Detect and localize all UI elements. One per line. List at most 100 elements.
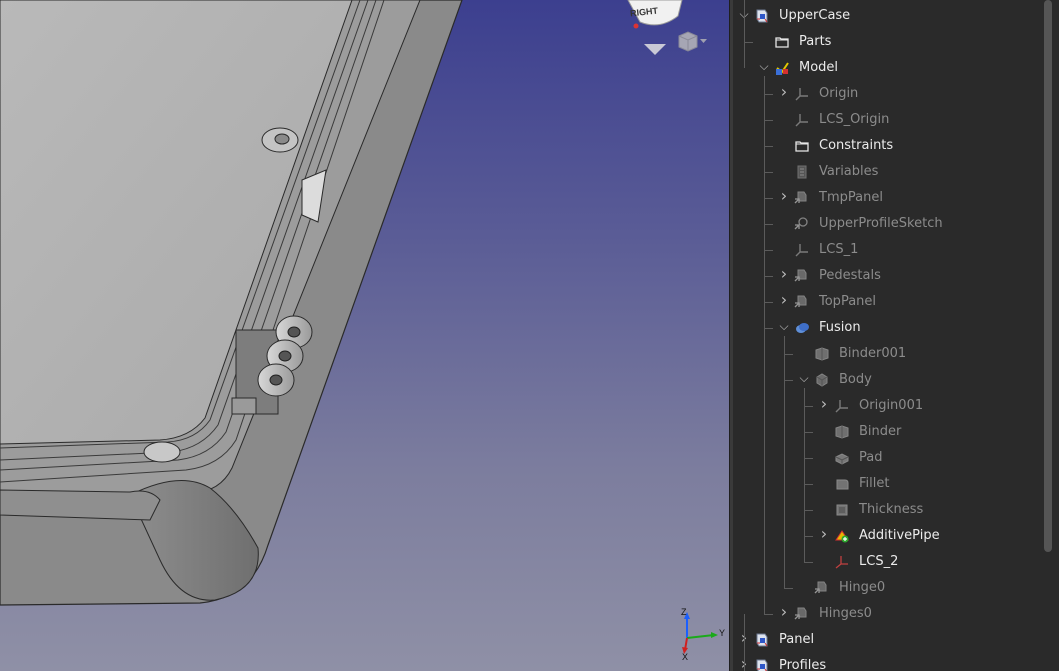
tree-guide-line — [744, 0, 745, 68]
tree-item-binder001[interactable]: Binder001 — [733, 341, 1043, 367]
tree-guide-line — [764, 146, 773, 147]
tree-item-label: Panel — [779, 632, 815, 647]
tree-guide-line — [764, 120, 773, 121]
tree-item-label: Hinge0 — [839, 580, 886, 595]
tree-guide-line — [764, 76, 765, 614]
tree-item-label: Variables — [819, 164, 879, 179]
tree-item-toppanel[interactable]: › TopPanel — [733, 289, 1043, 315]
axes-icon — [834, 398, 850, 414]
tree-item-label: Thickness — [859, 502, 924, 517]
tree-item-label: Model — [799, 60, 839, 75]
tree-item-lcs-2[interactable]: LCS_2 — [733, 549, 1043, 575]
model-icon — [774, 60, 790, 76]
triangle-down-icon[interactable] — [644, 44, 666, 55]
axes-icon — [794, 242, 810, 258]
tree-item-origin[interactable]: › Origin — [733, 81, 1043, 107]
tree-item-label: LCS_1 — [819, 242, 859, 257]
tree-guide-line — [764, 172, 773, 173]
tree-item-additivepipe[interactable]: › AdditivePipe — [733, 523, 1043, 549]
axes-icon — [794, 112, 810, 128]
binder-icon — [834, 424, 850, 440]
tree-item-binder[interactable]: Binder — [733, 419, 1043, 445]
tree-item-label: UpperProfileSketch — [819, 216, 943, 231]
thickness-icon — [834, 502, 850, 518]
tree-item-label: Body — [839, 372, 872, 387]
fusion-icon — [794, 320, 810, 336]
tree-item-label: Binder — [859, 424, 902, 439]
tree-item-parts[interactable]: Parts — [733, 29, 1043, 55]
tree-guide-line — [764, 250, 773, 251]
tree-item-pedestals[interactable]: › Pedestals — [733, 263, 1043, 289]
tree-item-label: Origin001 — [859, 398, 924, 413]
tree-guide-line — [744, 42, 753, 43]
tree-item-fusion[interactable]: ⌵ Fusion — [733, 315, 1043, 341]
tree-guide-line — [744, 614, 745, 671]
tree-item-label: Origin — [819, 86, 859, 101]
tree-item-model[interactable]: ⌵ Model — [733, 55, 1043, 81]
tree-item-label: Constraints — [819, 138, 894, 153]
tree-item-fillet[interactable]: Fillet — [733, 471, 1043, 497]
tree-guide-line — [804, 406, 813, 407]
tree-item-label: TmpPanel — [819, 190, 883, 205]
navigation-cube[interactable]: RIGHT — [598, 0, 718, 60]
tree-guide-line — [764, 224, 773, 225]
tree-item-upperprofilesketch[interactable]: UpperProfileSketch — [733, 211, 1043, 237]
collapse-arrow-icon[interactable]: ⌵ — [778, 320, 790, 333]
tree-guide-line — [764, 198, 773, 199]
cube-menu-icon[interactable] — [678, 31, 708, 53]
expand-arrow-icon[interactable]: › — [778, 604, 790, 620]
tree-guide-line — [804, 510, 813, 511]
part-icon — [754, 8, 770, 24]
collapse-arrow-icon[interactable]: ⌵ — [798, 372, 810, 385]
model-tree[interactable]: ⌵UpperCase Parts ⌵ Model › Origin LCS_Origin Co… — [733, 0, 1059, 671]
axis-x-label: X — [682, 652, 689, 662]
axis-y-label: Y — [719, 628, 726, 638]
tree-item-origin001[interactable]: › Origin001 — [733, 393, 1043, 419]
tree-guide-line — [764, 614, 773, 615]
tree-scrollbar[interactable] — [1044, 0, 1052, 552]
tree-guide-line — [784, 380, 793, 381]
tree-item-profiles[interactable]: ›Profiles — [733, 653, 1043, 671]
tree-guide-line — [784, 588, 793, 589]
tree-item-thickness[interactable]: Thickness — [733, 497, 1043, 523]
tree-item-label: LCS_2 — [859, 554, 899, 569]
expand-arrow-icon[interactable]: › — [778, 292, 790, 308]
expand-arrow-icon[interactable]: › — [818, 396, 830, 412]
expand-arrow-icon[interactable]: › — [778, 188, 790, 204]
tree-guide-line — [784, 354, 793, 355]
tree-item-panel[interactable]: ›Panel — [733, 627, 1043, 653]
variables-icon — [794, 164, 810, 180]
axis-triad: Z Y X — [676, 606, 726, 664]
tree-item-label: Hinges0 — [819, 606, 872, 621]
tree-guide-line — [784, 336, 785, 588]
tree-item-uppercase[interactable]: ⌵UpperCase — [733, 3, 1043, 29]
tree-item-label: Parts — [799, 34, 832, 49]
tree-item-constraints[interactable]: Constraints — [733, 133, 1043, 159]
expand-arrow-icon[interactable]: › — [778, 266, 790, 282]
tree-item-tmppanel[interactable]: › TmpPanel — [733, 185, 1043, 211]
tree-guide-line — [764, 276, 773, 277]
link-icon — [814, 580, 830, 596]
tree-item-hinge0[interactable]: Hinge0 — [733, 575, 1043, 601]
additive-pipe-icon — [834, 528, 850, 544]
tree-item-lcs-origin[interactable]: LCS_Origin — [733, 107, 1043, 133]
link-icon — [794, 190, 810, 206]
tree-item-hinges0[interactable]: › Hinges0 — [733, 601, 1043, 627]
3d-viewport[interactable]: RIGHT Z Y X — [0, 0, 729, 671]
tree-item-label: Fusion — [819, 320, 861, 335]
tree-item-pad[interactable]: Pad — [733, 445, 1043, 471]
pad-icon — [834, 450, 850, 466]
tree-item-label: Pad — [859, 450, 883, 465]
tree-item-variables[interactable]: Variables — [733, 159, 1043, 185]
axis-z-label: Z — [681, 607, 687, 617]
tree-guide-line — [804, 562, 813, 563]
tree-item-label: Profiles — [779, 658, 827, 671]
tree-item-label: Pedestals — [819, 268, 881, 283]
tree-guide-line — [804, 432, 813, 433]
collapse-arrow-icon[interactable]: ⌵ — [758, 60, 770, 73]
expand-arrow-icon[interactable]: › — [818, 526, 830, 542]
expand-arrow-icon[interactable]: › — [778, 84, 790, 100]
lcs-red-icon — [834, 554, 850, 570]
tree-item-body[interactable]: ⌵ Body — [733, 367, 1043, 393]
tree-item-lcs-1[interactable]: LCS_1 — [733, 237, 1043, 263]
